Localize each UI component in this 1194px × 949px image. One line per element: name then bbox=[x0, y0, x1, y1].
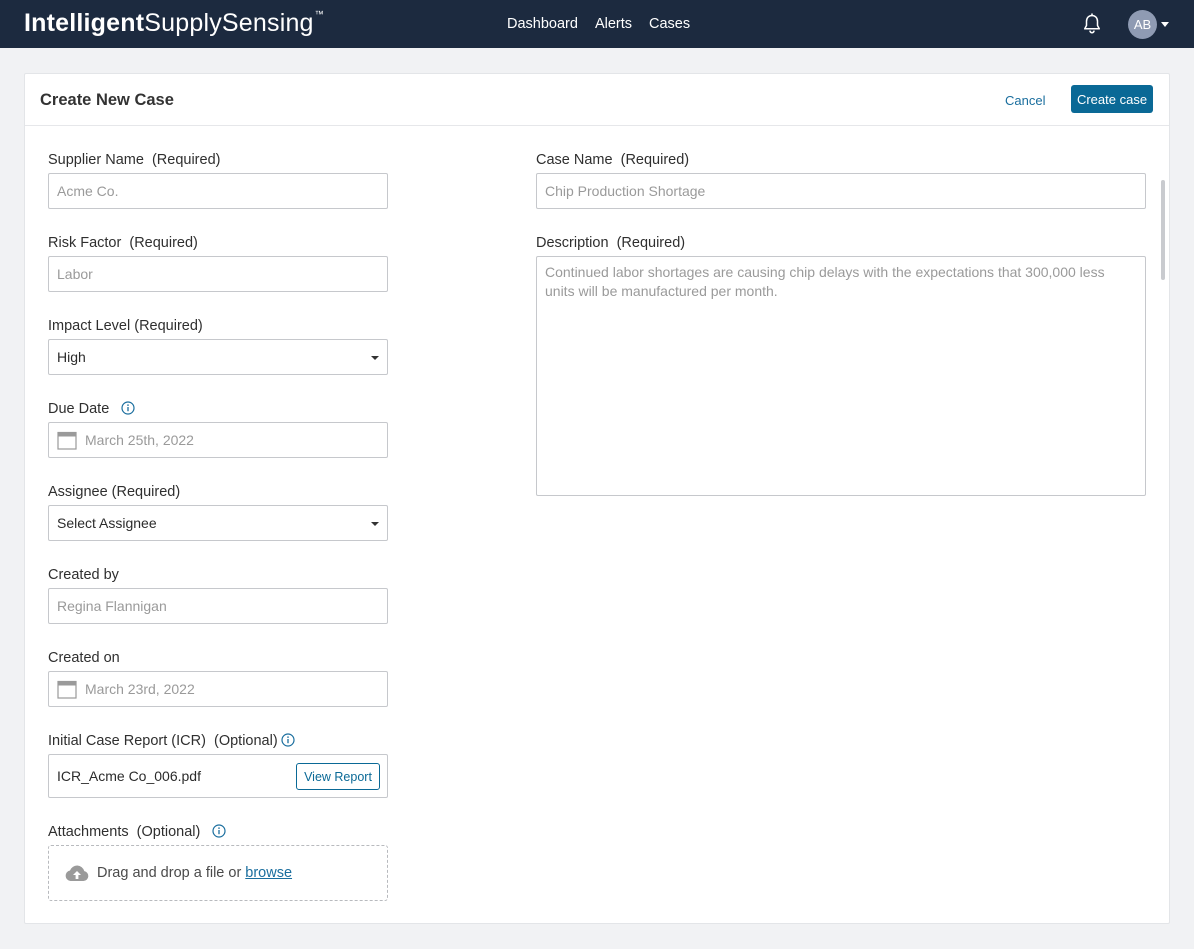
view-report-button[interactable]: View Report bbox=[296, 763, 380, 790]
attachments-dropzone[interactable]: Drag and drop a file or browse bbox=[48, 845, 388, 901]
info-icon[interactable] bbox=[121, 401, 135, 415]
chevron-down-icon bbox=[371, 356, 379, 360]
assignee-select[interactable]: Select Assignee bbox=[48, 505, 388, 541]
icr-label: Initial Case Report (ICR) (Optional) bbox=[48, 733, 278, 749]
due-date-input[interactable]: March 25th, 2022 bbox=[48, 422, 388, 458]
card-header: Create New Case Cancel Create case bbox=[25, 74, 1169, 126]
risk-factor-input[interactable]: Labor bbox=[48, 256, 388, 292]
nav-cases[interactable]: Cases bbox=[649, 16, 690, 32]
chevron-down-icon bbox=[371, 522, 379, 526]
create-case-button[interactable]: Create case bbox=[1071, 85, 1153, 113]
brand-logo[interactable]: IntelligentSupplySensing™ bbox=[24, 9, 324, 38]
scrollbar-thumb[interactable] bbox=[1161, 180, 1165, 280]
assignee-value: Select Assignee bbox=[57, 515, 157, 531]
supplier-name-input[interactable]: Acme Co. bbox=[48, 173, 388, 209]
case-name-input[interactable]: Chip Production Shortage bbox=[536, 173, 1146, 209]
calendar-icon bbox=[57, 680, 77, 699]
calendar-icon bbox=[57, 431, 77, 450]
description-textarea[interactable]: Continued labor shortages are causing ch… bbox=[536, 256, 1146, 496]
top-nav-bar: IntelligentSupplySensing™ Dashboard Aler… bbox=[0, 0, 1194, 48]
due-date-label: Due Date bbox=[48, 401, 110, 417]
brand-name-bold: Intelligent bbox=[24, 9, 145, 37]
assignee-label: Assignee (Required) bbox=[48, 484, 181, 500]
cancel-button[interactable]: Cancel bbox=[1005, 93, 1045, 108]
main-nav: Dashboard Alerts Cases bbox=[507, 16, 690, 32]
case-name-label: Case Name (Required) bbox=[536, 152, 690, 168]
risk-factor-label: Risk Factor (Required) bbox=[48, 235, 198, 251]
info-icon[interactable] bbox=[281, 733, 295, 747]
cloud-upload-icon bbox=[65, 865, 89, 881]
attachments-label: Attachments (Optional) bbox=[48, 824, 201, 840]
icr-file-name: ICR_Acme Co_006.pdf bbox=[57, 768, 201, 784]
info-icon[interactable] bbox=[212, 824, 226, 838]
supplier-name-label: Supplier Name (Required) bbox=[48, 152, 221, 168]
impact-level-select[interactable]: High bbox=[48, 339, 388, 375]
nav-alerts[interactable]: Alerts bbox=[595, 16, 632, 32]
nav-dashboard[interactable]: Dashboard bbox=[507, 16, 578, 32]
brand-name-rest: SupplySensing bbox=[144, 9, 314, 37]
page-title: Create New Case bbox=[40, 91, 174, 109]
due-date-value: March 25th, 2022 bbox=[85, 432, 194, 448]
created-by-label: Created by bbox=[48, 567, 119, 583]
created-on-input[interactable]: March 23rd, 2022 bbox=[48, 671, 388, 707]
avatar-menu-caret-icon[interactable] bbox=[1161, 22, 1169, 27]
user-avatar[interactable]: AB bbox=[1128, 10, 1157, 39]
trademark-symbol: ™ bbox=[314, 9, 324, 19]
create-case-card: Create New Case Cancel Create case Suppl… bbox=[24, 73, 1170, 924]
dropzone-text: Drag and drop a file or bbox=[97, 865, 242, 881]
impact-level-value: High bbox=[57, 349, 86, 365]
created-on-value: March 23rd, 2022 bbox=[85, 681, 195, 697]
icr-file-field: ICR_Acme Co_006.pdf View Report bbox=[48, 754, 388, 798]
created-by-input[interactable]: Regina Flannigan bbox=[48, 588, 388, 624]
impact-level-label: Impact Level (Required) bbox=[48, 318, 203, 334]
created-on-label: Created on bbox=[48, 650, 120, 666]
browse-link[interactable]: browse bbox=[245, 865, 292, 881]
description-label: Description (Required) bbox=[536, 235, 686, 251]
bell-icon[interactable] bbox=[1080, 12, 1104, 36]
